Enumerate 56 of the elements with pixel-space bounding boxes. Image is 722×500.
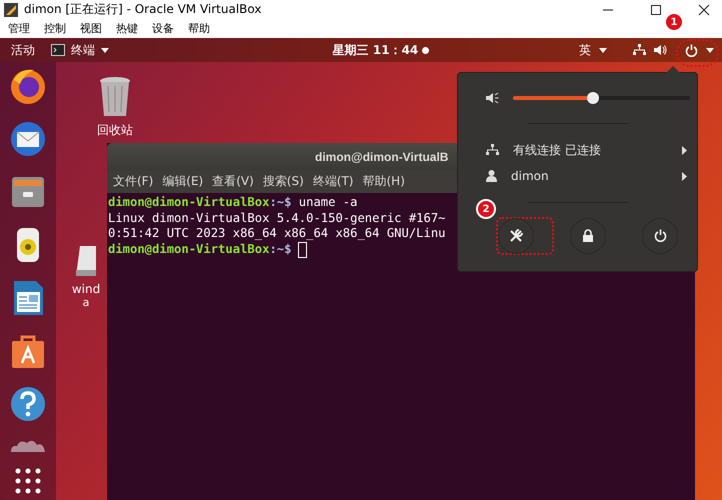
step-badge: 2	[476, 199, 496, 219]
tools-icon	[509, 229, 523, 243]
menu-item[interactable]: 搜索(S)	[262, 173, 304, 190]
window-title: dimon [正在运行] - Oracle VM VirtualBox	[24, 1, 262, 18]
power-icon	[654, 229, 666, 242]
menu-item[interactable]: 控制	[44, 21, 66, 36]
menu-item[interactable]: 帮助	[188, 21, 210, 36]
menu-item[interactable]: 设备	[152, 21, 174, 36]
terminal-icon	[51, 44, 65, 56]
menu-item[interactable]: 管理	[8, 21, 30, 36]
help-icon[interactable]	[8, 384, 48, 424]
icon-label: 回收站	[97, 122, 133, 139]
menu-item[interactable]: 帮助(H)	[362, 173, 405, 190]
menu-item[interactable]: 文件(F)	[113, 173, 154, 190]
icon-label: a	[82, 296, 90, 309]
maximize-icon[interactable]	[650, 4, 662, 16]
menu-item[interactable]: 终端(T)	[312, 173, 354, 190]
trash-icon[interactable]	[98, 76, 132, 118]
app-menu[interactable]: 终端	[71, 42, 95, 58]
volume-icon[interactable]	[654, 44, 667, 56]
menu-item[interactable]: 编辑(E)	[162, 173, 204, 190]
drive-icon[interactable]	[74, 246, 98, 278]
terminal-line: 0:51:42 UTC 2023 x86_64 x86_64 x86_64 GNU/Linu	[108, 226, 446, 242]
app-grid-icon[interactable]	[13, 466, 43, 496]
mail-icon[interactable]	[8, 119, 48, 159]
power-button[interactable]	[642, 218, 678, 254]
power-icon[interactable]	[685, 44, 698, 56]
menu-item[interactable]: dimon	[458, 163, 697, 189]
lock-icon	[582, 229, 594, 242]
arrow-right-icon	[682, 146, 687, 154]
volume-slider[interactable]	[513, 92, 690, 104]
caret-icon	[101, 48, 109, 52]
caret-icon	[706, 48, 714, 52]
terminal-line: dimon@dimon-VirtualBox:~$	[108, 242, 292, 258]
highlight-outline	[676, 39, 719, 67]
menu-item[interactable]: 视图	[80, 21, 102, 36]
settings-button[interactable]	[498, 218, 534, 254]
arrow-right-icon	[682, 172, 687, 180]
lock-button[interactable]	[570, 218, 606, 254]
volume-icon	[486, 92, 499, 104]
network-icon[interactable]	[633, 44, 646, 56]
close-icon[interactable]	[698, 4, 710, 16]
menu-item[interactable]: 查看(V)	[212, 173, 254, 190]
window-title: dimon@dimon-VirtualB	[315, 150, 448, 164]
terminal-line: dimon@dimon-VirtualBox:~$ uname -a	[108, 195, 358, 210]
user-icon	[486, 170, 497, 182]
app-logo-icon	[4, 2, 18, 16]
menu-item[interactable]: 热键	[116, 21, 138, 36]
activities-button[interactable]: 活动	[11, 42, 35, 58]
menu-item[interactable]: 有线连接 已连接	[458, 137, 697, 163]
input-method[interactable]: 英	[579, 42, 591, 58]
clock[interactable]: 星期三 11：44	[332, 42, 418, 58]
network-icon	[486, 144, 499, 156]
terminal-line: Linux dimon-VirtualBox 5.4.0-150-generic #167~	[108, 210, 446, 226]
icon-label: wind	[72, 282, 100, 296]
caret-icon	[599, 48, 607, 52]
